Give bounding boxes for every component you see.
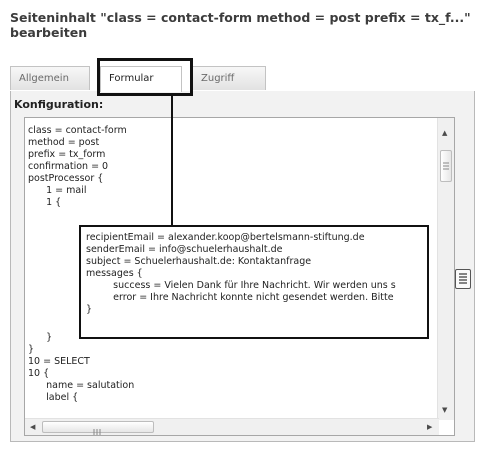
tab-highlight-callout xyxy=(97,58,193,96)
editor-fullscreen-icon[interactable] xyxy=(455,269,471,289)
grip-icon xyxy=(93,429,101,435)
tab-zugriff-label: Zugriff xyxy=(201,73,235,84)
horizontal-scroll-thumb[interactable] xyxy=(42,421,154,435)
scroll-down-icon[interactable]: ▼ xyxy=(442,406,447,414)
horizontal-scrollbar[interactable]: ◀ ▶ xyxy=(25,418,439,435)
grip-icon xyxy=(443,162,449,170)
code-text-top: class = contact-form method = post prefi… xyxy=(28,125,127,208)
vertical-scrollbar[interactable]: ▲ ▼ xyxy=(437,118,454,420)
vertical-scroll-thumb[interactable] xyxy=(440,150,452,182)
tab-bar: Allgemein Formular Zugriff xyxy=(10,66,475,92)
configuration-label: Konfiguration: xyxy=(14,98,104,111)
tab-allgemein[interactable]: Allgemein xyxy=(10,66,90,90)
zoomed-code-callout: recipientEmail = alexander.koop@bertelsm… xyxy=(79,225,429,339)
scroll-up-icon[interactable]: ▲ xyxy=(442,129,447,137)
document-lines-icon xyxy=(459,273,467,284)
page-title: Seiteninhalt "class = contact-form metho… xyxy=(10,10,471,40)
scroll-left-icon[interactable]: ◀ xyxy=(30,423,35,431)
scroll-right-icon[interactable]: ▶ xyxy=(427,423,432,431)
callout-code-text: recipientEmail = alexander.koop@bertelsm… xyxy=(86,232,396,315)
code-text-bottom: } } 10 = SELECT 10 { name = salutation l… xyxy=(28,332,135,403)
tab-zugriff[interactable]: Zugriff xyxy=(192,66,266,90)
tab-allgemein-label: Allgemein xyxy=(19,73,69,84)
callout-connector-line xyxy=(171,96,173,225)
